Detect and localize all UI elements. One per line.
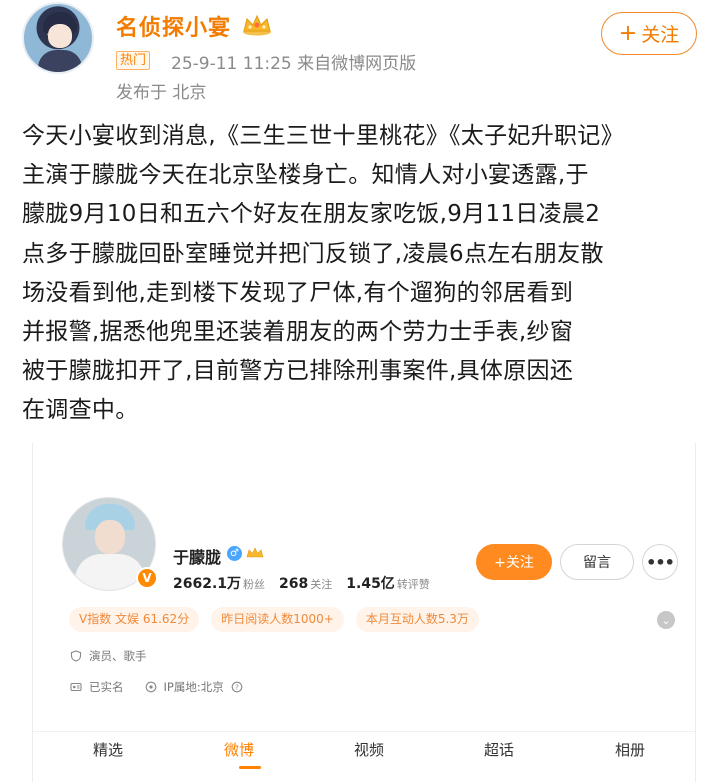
follow-button-label: 关注 [641,24,680,46]
followers-value: 2662.1万 [173,576,242,592]
profile-tab-bar: 精选 微博 视频 超话 相册 [33,731,695,782]
occupation-text: 演员、歌手 [89,649,147,663]
more-options-button[interactable]: ••• [642,544,678,580]
embedded-profile-image[interactable]: V 于朦胧 ♂ 2662.1万 粉丝 268 关注 1.45亿 转评赞 +关注 留言 … [32,443,696,782]
monthly-interaction-tag[interactable]: 本月互动人数5.3万 [355,607,479,632]
occupation-row: 演员、歌手 [70,648,147,664]
author-avatar[interactable] [22,2,94,74]
svg-text:?: ? [235,683,239,691]
v-index-tag[interactable]: V指数 文娱 61.62分 [69,607,200,632]
message-button[interactable]: 留言 [560,544,634,580]
author-name[interactable]: 名侦探小宴 [116,10,231,42]
following-stat[interactable]: 268 关注 [279,573,332,592]
location-icon [145,681,156,693]
daily-readers-tag[interactable]: 昨日阅读人数1000+ [211,607,344,632]
identity-row: 已实名 IP属地:北京 ? [70,679,243,695]
active-tab-indicator [239,766,261,769]
crown-icon [243,14,271,36]
post-meta: 25-9-11 11:25 来自微博网页版 [171,54,417,74]
plus-icon: + [618,20,638,46]
post-text-line: 并报警,据悉他兜里还装着朋友的两个劳力士手表,纱窗 [22,319,574,346]
post-text-line: 今天小宴收到消息,《三生三世十里桃花》《太子妃升职记》 [22,123,624,149]
tab-weibo[interactable]: 微博 [209,732,269,782]
profile-tags: V指数 文娱 61.62分 昨日阅读人数1000+ 本月互动人数5.3万 [69,607,479,632]
profile-card: V 于朦胧 ♂ 2662.1万 粉丝 268 关注 1.45亿 转评赞 +关注 留言 … [33,443,695,731]
post-text-line: 点多于朦胧回卧室睡觉并把门反锁了,凌晨6点左右朋友散 [22,240,604,267]
help-icon[interactable]: ? [231,681,243,693]
post-location: 发布于 北京 [116,83,207,103]
real-name-text: 已实名 [89,680,124,694]
followers-stat[interactable]: 2662.1万 粉丝 [173,573,265,593]
profile-name: 于朦胧 [173,548,222,567]
tab-featured[interactable]: 精选 [78,732,138,782]
shield-icon [70,650,82,662]
post-text-line: 场没看到他,走到楼下发现了尸体,有个遛狗的邻居看到 [22,279,574,306]
tab-album[interactable]: 相册 [600,732,660,782]
ip-location-text: IP属地:北京 [163,680,224,694]
reposts-value: 1.45亿 [346,576,395,592]
id-card-icon [70,682,82,692]
chevron-down-icon[interactable]: ⌄ [657,611,675,629]
profile-stats: 2662.1万 粉丝 268 关注 1.45亿 转评赞 [173,573,430,593]
followers-label: 粉丝 [243,578,266,591]
following-value: 268 [279,576,309,592]
post-text-line: 在调查中。 [22,397,139,424]
following-label: 关注 [310,578,333,591]
profile-follow-button[interactable]: +关注 [476,544,552,580]
gender-male-icon: ♂ [227,546,242,561]
follow-button[interactable]: + 关注 [601,12,697,55]
post-text-line: 被于朦胧扣开了,目前警方已排除刑事案件,具体原因还 [22,358,574,385]
post-header: 名侦探小宴 热门 25-9-11 11:25 来自微博网页版 发布于 北京 + … [0,0,720,110]
tab-super-topic[interactable]: 超话 [469,732,529,782]
reposts-label: 转评赞 [396,578,430,591]
post-text: 今天小宴收到消息,《三生三世十里桃花》《太子妃升职记》 主演于朦胧今天在北京坠楼… [22,117,712,431]
post-text-line: 朦胧9月10日和五六个好友在朋友家吃饭,9月11日凌晨2 [22,201,601,228]
crown-icon [246,547,264,558]
tab-video[interactable]: 视频 [339,732,399,782]
post-text-line: 主演于朦胧今天在北京坠楼身亡。知情人对小宴透露,于 [22,162,589,189]
verified-badge-icon: V [136,567,158,589]
hot-badge: 热门 [116,51,151,70]
reposts-stat: 1.45亿 转评赞 [346,573,430,593]
